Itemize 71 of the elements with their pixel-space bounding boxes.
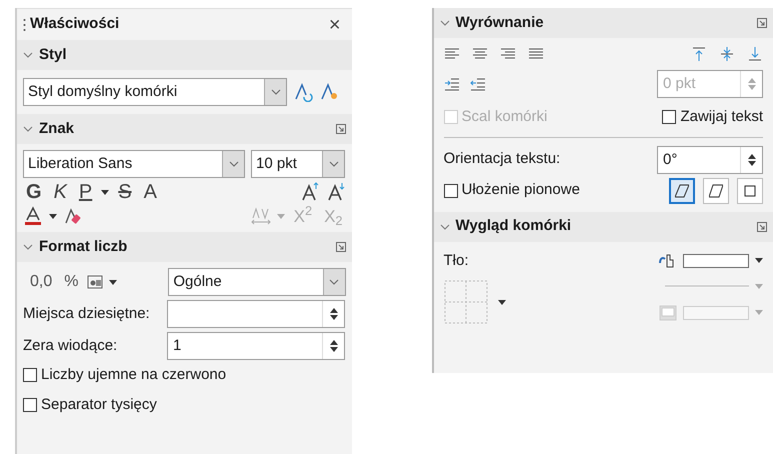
align-bottom-icon[interactable] bbox=[747, 46, 763, 62]
more-options-icon[interactable] bbox=[336, 242, 346, 252]
format-button[interactable]: P bbox=[76, 182, 96, 202]
checkbox[interactable]: Ułożenie pionowe bbox=[444, 179, 580, 202]
align-middle-icon[interactable] bbox=[719, 46, 735, 62]
more-options-icon[interactable] bbox=[757, 18, 767, 28]
dropdown-arrow-icon[interactable] bbox=[101, 190, 110, 194]
chevron-down-icon bbox=[329, 279, 339, 285]
spin-up-icon[interactable] bbox=[330, 308, 338, 313]
number-format-button[interactable]: % bbox=[61, 274, 82, 290]
format-button[interactable]: S bbox=[115, 182, 135, 202]
font-name-dropdown[interactable]: Liberation Sans bbox=[23, 150, 245, 178]
orientation-button[interactable] bbox=[737, 178, 763, 204]
background-color-swatch[interactable] bbox=[683, 254, 749, 268]
spin-up-icon[interactable] bbox=[748, 154, 756, 158]
spin-up-icon[interactable] bbox=[330, 340, 338, 345]
chevron-down-icon[interactable] bbox=[440, 222, 450, 232]
format-button[interactable]: K bbox=[50, 182, 70, 202]
checkbox[interactable]: Liczby ujemne na czerwono bbox=[23, 364, 226, 386]
close-button[interactable]: × bbox=[326, 14, 344, 34]
chevron-down-icon[interactable] bbox=[440, 18, 450, 28]
field-label: Zera wiodące: bbox=[23, 336, 118, 356]
number-category-dropdown[interactable]: Ogólne bbox=[168, 268, 346, 296]
orientation-mode-icon bbox=[675, 184, 689, 198]
dropdown-arrow-icon[interactable] bbox=[755, 258, 763, 264]
style-dropdown[interactable]: Styl domyślny komórki bbox=[23, 78, 287, 106]
increase-indent-icon[interactable] bbox=[444, 76, 460, 92]
checkbox[interactable]: Separator tysięcy bbox=[23, 394, 157, 416]
chevron-down-icon[interactable] bbox=[23, 124, 33, 134]
field-label: Orientacja tekstu: bbox=[444, 149, 560, 170]
spin-down-icon[interactable] bbox=[330, 315, 338, 320]
update-style-icon[interactable] bbox=[293, 82, 313, 102]
section-title[interactable]: Znak bbox=[39, 118, 74, 140]
orientation-mode-icon bbox=[709, 184, 723, 198]
number-format-button[interactable]: 0,0 bbox=[27, 274, 56, 290]
format-button[interactable]: G bbox=[23, 182, 45, 202]
grip-icon[interactable] bbox=[23, 18, 26, 32]
orientation-mode-icon bbox=[743, 184, 757, 198]
number-field[interactable]: 1 bbox=[167, 332, 345, 360]
panel-title: Właściwości bbox=[30, 14, 120, 34]
font-color-icon[interactable] bbox=[23, 206, 43, 226]
dropdown-arrow-icon[interactable] bbox=[109, 280, 118, 284]
cell-borders-icon[interactable] bbox=[444, 280, 488, 324]
eraser-icon[interactable] bbox=[63, 206, 83, 226]
chevron-down-icon bbox=[270, 89, 280, 95]
section-title[interactable]: Styl bbox=[39, 44, 67, 66]
number-field[interactable] bbox=[167, 300, 345, 328]
dropdown-arrow-icon[interactable] bbox=[49, 214, 57, 218]
spin-down-icon[interactable] bbox=[748, 160, 756, 166]
font-size-dropdown[interactable]: 10 pkt bbox=[251, 150, 345, 178]
decrease-indent-icon[interactable] bbox=[470, 76, 486, 92]
align-top-icon[interactable] bbox=[691, 46, 707, 62]
shrink-font-icon[interactable] bbox=[326, 182, 346, 202]
orientation-button[interactable] bbox=[669, 178, 695, 204]
chevron-down-icon bbox=[328, 161, 338, 167]
orientation-field[interactable]: 0° bbox=[657, 146, 763, 174]
field-label: Tło: bbox=[444, 250, 469, 270]
grow-font-icon[interactable] bbox=[300, 182, 320, 202]
spin-down-icon[interactable] bbox=[330, 347, 338, 352]
field-label: Miejsca dziesiętne: bbox=[23, 304, 151, 324]
checkbox[interactable]: Zawijaj tekst bbox=[662, 106, 763, 128]
orientation-button[interactable] bbox=[703, 178, 729, 204]
more-options-icon[interactable] bbox=[757, 222, 767, 232]
more-options-icon[interactable] bbox=[336, 124, 346, 134]
chevron-down-icon[interactable] bbox=[23, 50, 33, 60]
chevron-down-icon[interactable] bbox=[23, 242, 33, 252]
section-title[interactable]: Wyrównanie bbox=[456, 12, 544, 34]
chevron-down-icon bbox=[228, 161, 238, 167]
format-button[interactable]: A bbox=[140, 182, 160, 202]
dropdown-arrow-icon[interactable] bbox=[498, 300, 506, 304]
new-style-icon[interactable] bbox=[319, 82, 339, 102]
